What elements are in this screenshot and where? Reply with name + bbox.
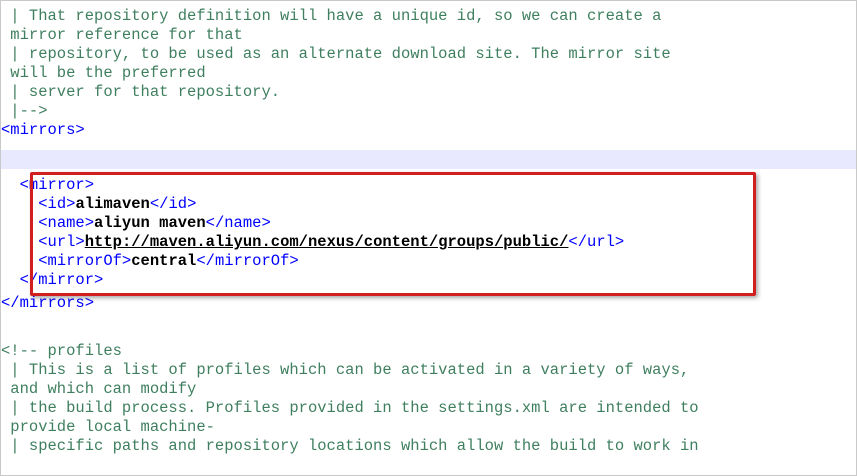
- name-close-tag: </name>: [205, 214, 271, 232]
- id-open-tag: <id>: [38, 195, 76, 213]
- comment-line: | This is a list of profiles which can b…: [1, 361, 690, 379]
- mirror-url-link[interactable]: http://maven.aliyun.com/nexus/content/gr…: [85, 233, 569, 251]
- code-editor[interactable]: | That repository definition will have a…: [1, 1, 856, 475]
- mirror-url-line: <url>http://maven.aliyun.com/nexus/conte…: [1, 233, 856, 252]
- mirror-close-tag: </mirror>: [19, 271, 104, 289]
- mirror-open-tag: <mirror>: [19, 176, 95, 194]
- mirror-name-value: aliyun maven: [94, 214, 206, 232]
- mirror-of-line: <mirrorOf>central</mirrorOf>: [1, 252, 856, 271]
- mirror-of-value: central: [131, 252, 197, 270]
- mirrors-close-tag-line: </mirrors>: [1, 294, 95, 312]
- url-open-tag: <url>: [38, 233, 85, 251]
- comment-end-line: |-->: [1, 102, 48, 120]
- comment-line: will be the preferred: [1, 64, 206, 82]
- mirrorof-open-tag: <mirrorOf>: [38, 252, 132, 270]
- mirror-name-line: <name>aliyun maven</name>: [1, 214, 856, 233]
- comment-line: | server for that repository.: [1, 83, 281, 101]
- mirror-open-tag-line: <mirror>: [1, 176, 856, 195]
- comment-line: | the build process. Profiles provided i…: [1, 399, 699, 417]
- mirror-id-value: alimaven: [75, 195, 150, 213]
- url-close-tag: </url>: [568, 233, 625, 251]
- mirror-close-tag-line: </mirror>: [1, 271, 856, 290]
- profiles-comment-start: <!-- profiles: [1, 342, 122, 360]
- mirrors-open-tag-line: <mirrors>: [1, 121, 85, 139]
- comment-line: | That repository definition will have a…: [1, 7, 662, 25]
- comment-line: provide local machine-: [1, 418, 215, 436]
- xml-editor-panel: | That repository definition will have a…: [0, 0, 857, 476]
- comment-line: mirror reference for that: [1, 26, 243, 44]
- mirror-id-line: <id>alimaven</id>: [1, 195, 856, 214]
- current-line-highlight: [1, 150, 856, 169]
- comment-line: and which can modify: [1, 380, 197, 398]
- name-open-tag: <name>: [38, 214, 95, 232]
- comment-line: | repository, to be used as an alternate…: [1, 45, 671, 63]
- mirrorof-close-tag: </mirrorOf>: [196, 252, 299, 270]
- id-close-tag: </id>: [149, 195, 197, 213]
- comment-line: | specific paths and repository location…: [1, 437, 699, 455]
